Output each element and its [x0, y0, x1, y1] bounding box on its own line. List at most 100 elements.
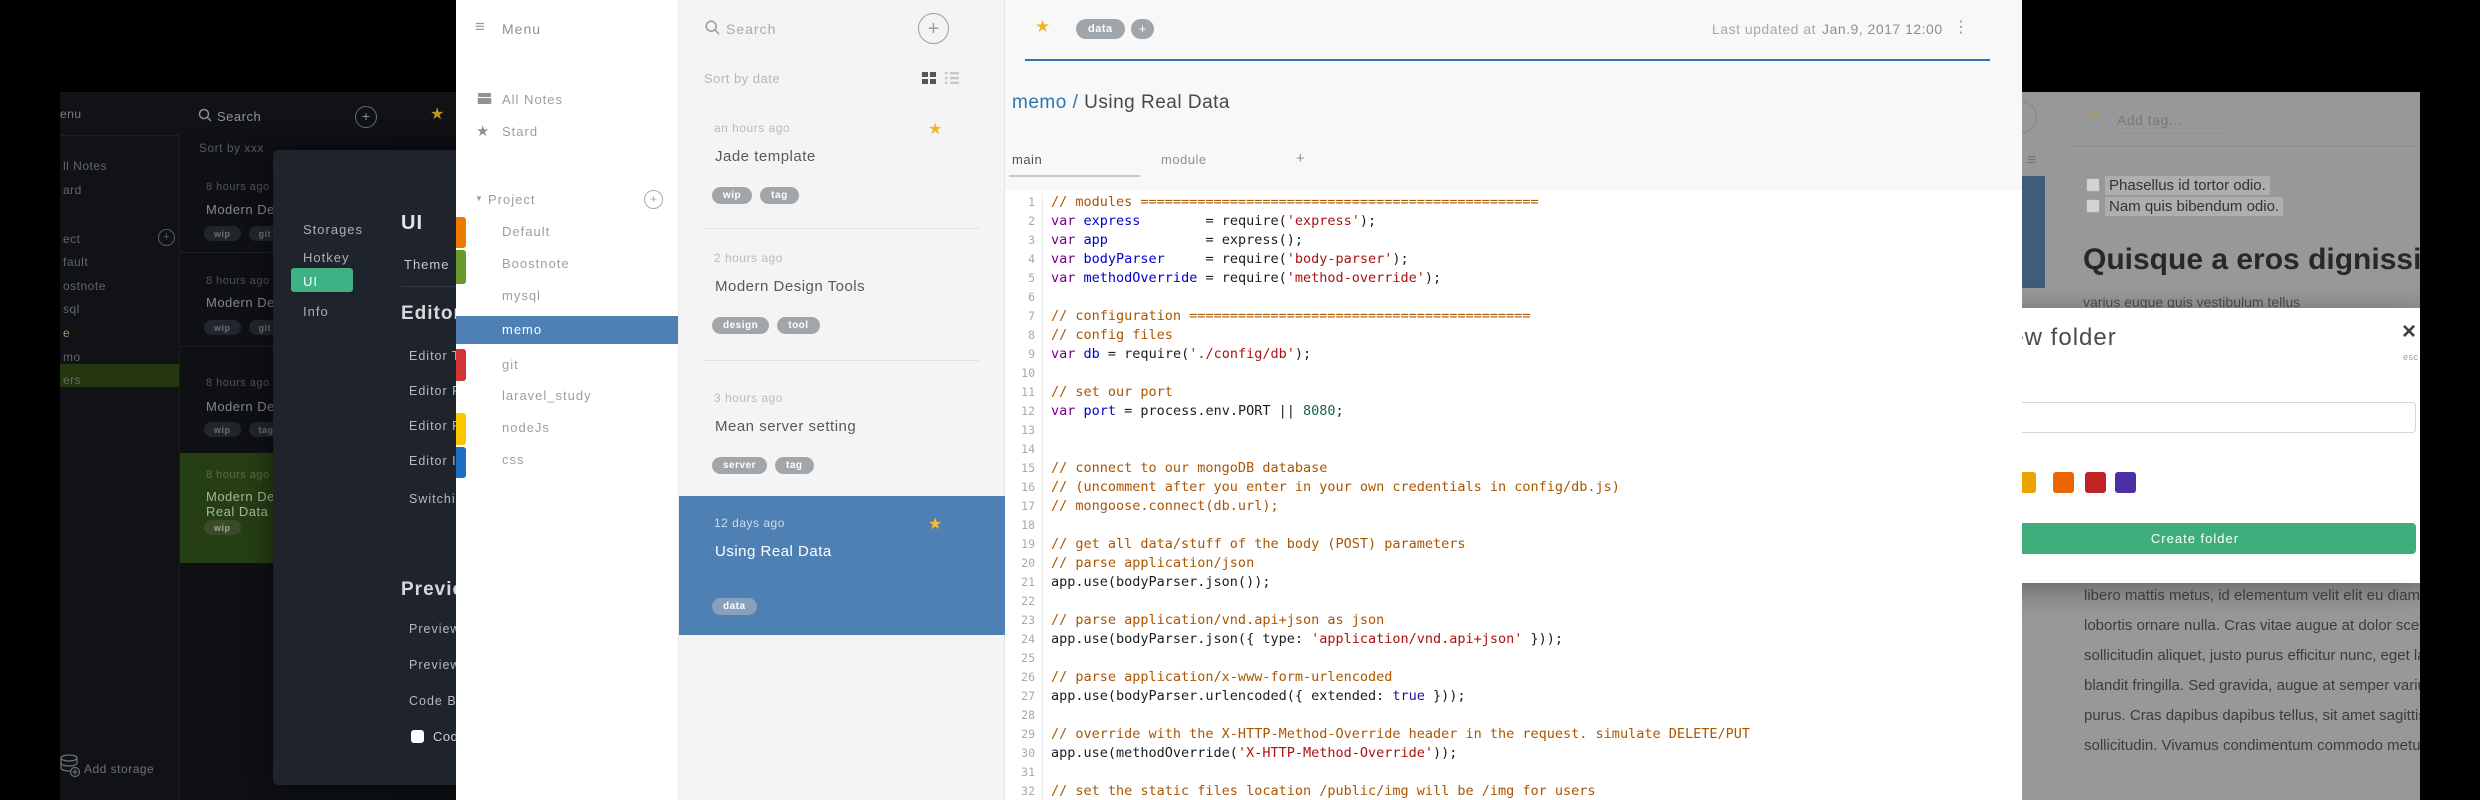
list-view-icon[interactable] [945, 72, 959, 84]
list-icon[interactable]: ≡ [2027, 152, 2036, 170]
checkbox[interactable] [2086, 178, 2100, 192]
settings-nav-info[interactable]: Info [303, 304, 329, 319]
tag-pill[interactable]: wip [204, 422, 241, 437]
sidebar-folder-nodeJs[interactable]: nodeJs [502, 420, 550, 435]
code-token: app.use(bodyParser.json()); [1051, 574, 1271, 590]
new-tab-button[interactable]: + [1296, 150, 1305, 167]
tag-pill[interactable]: data [712, 598, 757, 615]
tag-pill[interactable]: wip [204, 226, 241, 241]
dark-sidebar-item[interactable]: ll Notes [63, 159, 107, 173]
dark-sidebar-item[interactable]: ers [63, 373, 81, 387]
tab-module[interactable]: module [1161, 152, 1207, 167]
sidebar-folder-memo[interactable]: memo [502, 322, 542, 337]
tag-pill[interactable]: wip [204, 520, 241, 535]
sidebar-folder-mysql[interactable]: mysql [502, 288, 541, 303]
code-token: // config files [1051, 327, 1173, 343]
color-swatch[interactable] [2085, 472, 2106, 493]
tag-pill[interactable]: tag [760, 187, 799, 204]
checkbox[interactable] [2086, 199, 2100, 213]
code-token: // get all data/stuff of the body (POST)… [1051, 536, 1466, 552]
header-divider [1025, 59, 1990, 61]
tag-pill[interactable]: wip [204, 320, 241, 335]
add-tag-button[interactable]: + [1131, 19, 1154, 39]
dark-sidebar-item[interactable]: ostnote [63, 279, 106, 293]
breadcrumb-folder[interactable]: memo [1012, 92, 1067, 113]
dark-sidebar-item[interactable]: fault [63, 255, 88, 269]
dark-sidebar-item[interactable]: mo [63, 350, 81, 364]
note-title: Modern Design Tools [715, 278, 866, 295]
dark-search-input[interactable]: Search [217, 109, 261, 124]
code-token: var [1051, 270, 1076, 286]
dark-star-icon[interactable]: ★ [430, 104, 444, 124]
sidebar-project-label[interactable]: Project [488, 192, 535, 207]
tag-pill[interactable]: tool [777, 317, 820, 334]
close-icon[interactable]: × [2402, 318, 2416, 346]
code-token: app.use(bodyParser.urlencoded({ extended… [1051, 688, 1393, 704]
sidebar-folder-Boostnote[interactable]: Boostnote [502, 256, 570, 271]
note-time: 8 hours ago [206, 275, 270, 287]
tag-pill[interactable]: tag [775, 457, 814, 474]
tag-pill[interactable]: server [712, 457, 768, 474]
note-star-icon[interactable]: ★ [1035, 17, 1050, 37]
code-line: 7 // configuration ======================… [1005, 307, 2022, 326]
sidebar-selected-folder-row[interactable]: memo [456, 316, 678, 344]
dark-sidebar-item[interactable]: ect [63, 232, 81, 246]
note-star-icon[interactable]: ★ [928, 119, 942, 139]
code-line-number: 22 [1005, 592, 1043, 611]
color-swatch[interactable] [2115, 472, 2136, 493]
tag-pill[interactable]: wip [712, 187, 753, 204]
star-outline-icon[interactable]: ☆ [2085, 105, 2100, 125]
add-tag-input[interactable]: Add tag... [2117, 112, 2182, 128]
code-line-content: app.use(bodyParser.urlencoded({ extended… [1043, 687, 1466, 706]
note-tag-pill[interactable]: data [1076, 19, 1125, 39]
settings-nav-ui[interactable]: UI [303, 274, 318, 289]
tab-main[interactable]: main [1012, 152, 1042, 167]
code-line-number: 19 [1005, 535, 1043, 554]
sidebar-folder-laravel_study[interactable]: laravel_study [502, 388, 592, 403]
color-swatch[interactable] [2053, 472, 2074, 493]
sidebar-folder-css[interactable]: css [502, 452, 525, 467]
note-card-selected[interactable]: 12 days ago ★ Using Real Data data [679, 496, 1006, 635]
tag-pill[interactable]: design [712, 317, 770, 334]
create-folder-button[interactable]: Create folder [2022, 523, 2416, 554]
note-star-icon[interactable]: ★ [928, 514, 942, 534]
dark-sidebar-item[interactable]: ard [63, 183, 82, 197]
settings-nav-storages[interactable]: Storages [303, 222, 363, 237]
search-input[interactable]: Search [726, 21, 776, 37]
dark-sort-label[interactable]: Sort by xxx [199, 141, 264, 155]
code-line: 5 var methodOverride = require('method-ov… [1005, 269, 2022, 288]
grid-view-icon[interactable] [922, 72, 936, 84]
menu-label[interactable]: Menu [502, 21, 541, 37]
sidebar-folder-git[interactable]: git [502, 357, 519, 372]
kebab-menu-icon[interactable]: ⋮ [1953, 17, 1969, 37]
note-time: 8 hours ago [206, 377, 270, 389]
settings-nav-hotkey[interactable]: Hotkey [303, 250, 349, 265]
new-note-button[interactable]: + [918, 13, 949, 44]
sidebar-folder-Default[interactable]: Default [502, 224, 550, 239]
dark-sidebar-item[interactable]: e [63, 326, 70, 340]
code-token: 8080 [1302, 403, 1336, 419]
code-line-number: 15 [1005, 459, 1043, 478]
sidebar-item-all-notes[interactable]: All Notes [502, 92, 563, 107]
code-token: = require( [1197, 270, 1287, 286]
code-token: ); [1294, 346, 1312, 362]
code-token: app [1083, 232, 1108, 248]
new-note-button[interactable] [2022, 101, 2037, 133]
dark-menu-label[interactable]: enu [60, 107, 82, 121]
color-swatch[interactable] [2022, 472, 2036, 493]
folder-name-input[interactable] [2022, 402, 2416, 433]
sort-by-label[interactable]: Sort by date [704, 71, 780, 86]
settings-editor-heading: Editor [401, 303, 462, 324]
code-editor[interactable]: 1 // modules ============================… [1005, 190, 2022, 800]
chevron-down-icon[interactable]: ▼ [475, 194, 483, 203]
add-storage-button[interactable]: Add storage [84, 762, 154, 776]
code-token: 'body-parser' [1286, 251, 1393, 267]
settings-checkbox[interactable] [411, 730, 424, 743]
add-folder-button[interactable]: + [644, 190, 663, 209]
dark-add-folder-button[interactable]: + [158, 229, 175, 246]
dark-new-note-button[interactable]: + [355, 106, 377, 128]
dark-sidebar-item[interactable]: sql [63, 302, 80, 316]
hamburger-menu-icon[interactable]: ≡ [475, 17, 485, 37]
sidebar-item-starred[interactable]: Stard [502, 124, 538, 139]
